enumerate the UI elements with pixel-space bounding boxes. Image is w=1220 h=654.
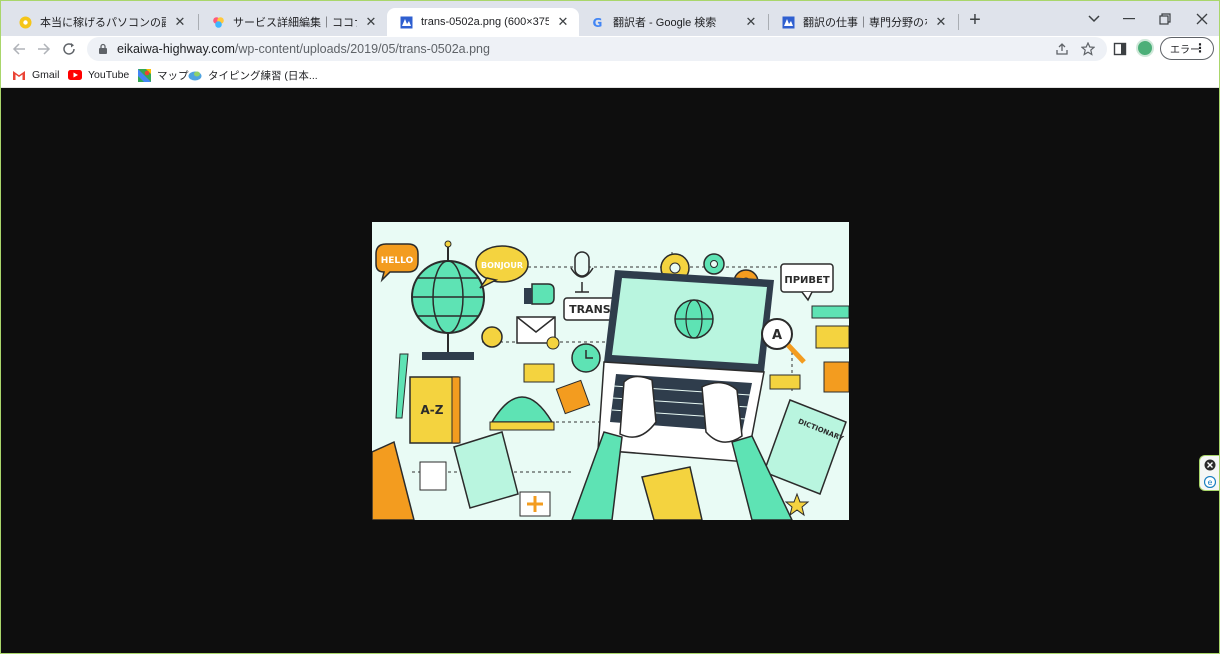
gmail-icon xyxy=(12,68,26,82)
close-icon[interactable]: ✕ xyxy=(172,14,188,30)
close-icon xyxy=(1196,13,1208,25)
google-icon: G xyxy=(591,15,605,29)
tab-title: サービス詳細編集｜ココナラ xyxy=(233,17,357,29)
bookmark-typing[interactable]: タイピング練習 (日本... xyxy=(188,67,318,83)
minimize-icon xyxy=(1123,18,1135,20)
tab-title: 翻訳者 - Google 検索 xyxy=(613,17,717,29)
image-site-icon xyxy=(399,15,413,29)
book-az-label: A-Z xyxy=(421,403,444,417)
bookmarks-bar: Gmail YouTube マップ タイピング練習 (日本... xyxy=(1,62,1219,88)
toolbar: eikaiwa-highway.com/wp-content/uploads/2… xyxy=(1,36,1219,62)
close-icon[interactable]: ✕ xyxy=(555,14,571,30)
chevron-down-icon xyxy=(1088,15,1100,23)
svg-text:G: G xyxy=(592,16,602,29)
tab-translation-job[interactable]: 翻訳の仕事｜専門分野のない人が ✕ xyxy=(769,8,957,36)
bookmark-gmail[interactable]: Gmail xyxy=(12,67,59,83)
close-icon[interactable]: ✕ xyxy=(363,14,379,30)
close-icon[interactable]: ✕ xyxy=(743,14,759,30)
browser-window: 本当に稼げるパソコンの副業21選｜ ✕ サービス詳細編集｜ココナラ ✕ tran… xyxy=(0,0,1220,654)
close-circle-icon[interactable] xyxy=(1204,459,1216,471)
forward-button[interactable] xyxy=(34,39,54,59)
share-icon xyxy=(1056,43,1068,55)
tab-google-search[interactable]: G 翻訳者 - Google 検索 ✕ xyxy=(579,8,767,36)
new-tab-button[interactable]: + xyxy=(964,10,986,32)
close-icon[interactable]: ✕ xyxy=(933,14,949,30)
bookmark-label: マップ xyxy=(157,69,189,82)
url-path: /wp-content/uploads/2019/05/trans-0502a.… xyxy=(234,42,490,56)
translation-illustration[interactable]: HELLO BONJOUR TRANSLAT xyxy=(372,222,849,520)
url-host: eikaiwa-highway.com xyxy=(117,42,235,56)
tab-coconala[interactable]: サービス詳細編集｜ココナラ ✕ xyxy=(199,8,387,36)
tab-title: trans-0502a.png (600×375) xyxy=(421,16,549,28)
typing-icon xyxy=(188,68,202,82)
restore-button[interactable] xyxy=(1153,7,1177,31)
tab-title: 翻訳の仕事｜専門分野のない人が xyxy=(803,17,927,29)
star-icon xyxy=(1081,42,1095,56)
side-panel-icon xyxy=(1113,42,1127,56)
tab-pc-side-jobs[interactable]: 本当に稼げるパソコンの副業21選｜ ✕ xyxy=(6,8,196,36)
bookmark-label: YouTube xyxy=(88,69,130,81)
privet-bubble-text: ПРИВЕТ xyxy=(784,275,830,286)
tab-separator xyxy=(958,14,959,30)
close-window-button[interactable] xyxy=(1190,7,1214,31)
bookmark-label: タイピング練習 (日本... xyxy=(208,69,318,82)
restore-icon xyxy=(1159,13,1171,25)
arrow-right-icon xyxy=(38,43,51,55)
svg-text:e: e xyxy=(1207,478,1212,487)
profile-avatar[interactable] xyxy=(1136,39,1154,57)
more-menu-icon[interactable]: ⋮ xyxy=(1194,42,1206,54)
back-button[interactable] xyxy=(9,39,29,59)
floating-side-widget: e xyxy=(1199,455,1219,491)
extension-e-icon[interactable]: e xyxy=(1203,475,1216,488)
youtube-icon xyxy=(68,68,82,82)
profile-error-button[interactable]: エラー ⋮ xyxy=(1160,37,1214,60)
tab-search-button[interactable] xyxy=(1082,7,1106,31)
minimize-button[interactable] xyxy=(1117,7,1141,31)
address-bar[interactable]: eikaiwa-highway.com/wp-content/uploads/2… xyxy=(87,37,1107,61)
bonjour-bubble-text: BONJOUR xyxy=(481,261,523,270)
tab-strip: 本当に稼げるパソコンの副業21選｜ ✕ サービス詳細編集｜ココナラ ✕ tran… xyxy=(1,1,1219,36)
image-viewer: HELLO BONJOUR TRANSLAT xyxy=(1,89,1219,653)
coconala-icon xyxy=(211,15,225,29)
bookmark-youtube[interactable]: YouTube xyxy=(68,67,129,83)
share-button[interactable] xyxy=(1053,40,1071,58)
lock-icon xyxy=(99,43,107,54)
arrow-left-icon xyxy=(12,43,25,55)
bookmark-label: Gmail xyxy=(32,69,60,81)
reload-icon xyxy=(63,43,75,55)
tab-title: 本当に稼げるパソコンの副業21選｜ xyxy=(40,17,166,29)
image-site-icon xyxy=(781,15,795,29)
tab-trans-image[interactable]: trans-0502a.png (600×375) ✕ xyxy=(387,8,579,36)
bookmark-star-button[interactable] xyxy=(1079,40,1097,58)
magnifier-letter: A xyxy=(772,328,782,343)
hello-bubble-text: HELLO xyxy=(381,256,414,266)
reload-button[interactable] xyxy=(59,39,79,59)
bookmark-maps[interactable]: マップ xyxy=(137,67,189,83)
side-panel-button[interactable] xyxy=(1110,39,1130,59)
yellow-circle-icon xyxy=(18,15,32,29)
maps-icon xyxy=(137,68,151,82)
